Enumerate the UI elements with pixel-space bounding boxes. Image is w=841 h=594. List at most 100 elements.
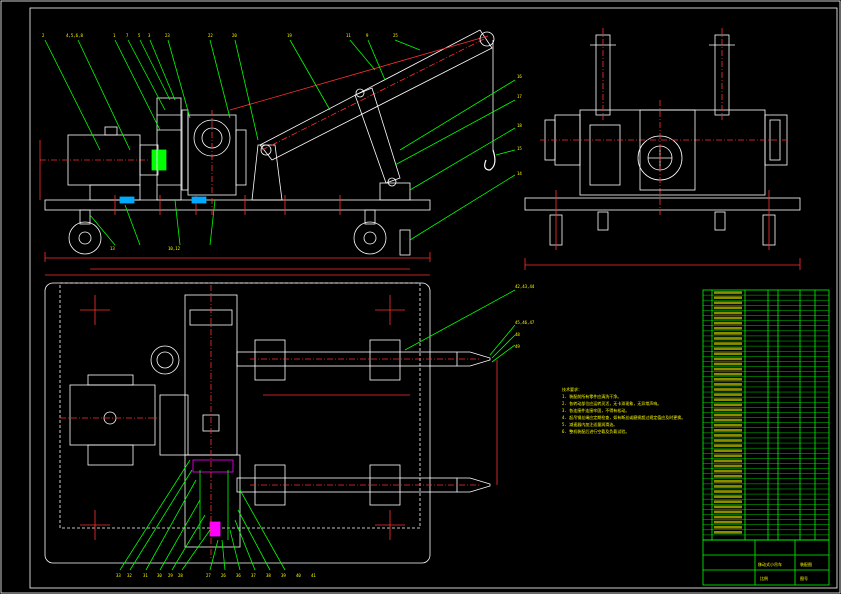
title-block-scale: 比例 xyxy=(760,575,768,581)
parts-list-entry xyxy=(714,485,742,488)
parts-list-entry xyxy=(714,464,742,468)
parts-list-entry xyxy=(714,449,742,453)
balloon: 37 xyxy=(251,573,256,578)
balloon: 4,5,6,8 xyxy=(66,33,83,38)
balloon: 18 xyxy=(517,123,522,128)
balloon: 28 xyxy=(178,573,183,578)
parts-list-entry xyxy=(714,326,742,330)
parts-list-entry xyxy=(714,342,742,345)
hoist-cable xyxy=(229,35,489,111)
parts-list-entry xyxy=(714,520,742,524)
parts-list-entry xyxy=(714,362,742,366)
balloon: 32 xyxy=(127,573,132,578)
parts-list-entry xyxy=(714,505,742,509)
balloon: 10,12 xyxy=(168,246,181,251)
parts-list-entry xyxy=(714,500,742,504)
base-frame xyxy=(44,199,431,211)
parts-list-entry xyxy=(714,337,742,340)
balloon: 23 xyxy=(165,33,170,38)
parts-list-entry xyxy=(714,439,742,442)
boom-arm xyxy=(259,29,493,161)
balloon: 38 xyxy=(266,573,271,578)
balloon: 19 xyxy=(287,33,292,38)
balloon: 45,46,47 xyxy=(515,320,535,325)
notes-line: 4. 起吊钢丝绳应定期检查，如有断丝或磨损超过规定值应及时更换。 xyxy=(562,415,686,420)
balloon: 17 xyxy=(517,94,522,99)
notes-line: 3. 各连接件连接牢固，不得有松动。 xyxy=(562,408,630,413)
side-view xyxy=(524,28,801,270)
balloon: 3 xyxy=(148,33,151,38)
parts-list-entry xyxy=(714,296,742,300)
assembly-drawing: 2 4,5,6,8 1 7 5 3 23 22 20 19 11 9 25 16… xyxy=(0,0,841,594)
side-drum xyxy=(579,109,766,196)
parts-list-entry xyxy=(714,525,742,529)
title-block-name: 移动式小吊车 xyxy=(758,561,782,567)
notes-line: 5. 减速器内加注适量润滑油。 xyxy=(562,422,618,427)
parts-list-entry xyxy=(714,347,742,351)
parts-list-entry xyxy=(714,332,742,335)
parts-list-entry xyxy=(714,474,742,478)
parts-list-entry xyxy=(714,495,742,498)
balloon: 1 xyxy=(113,33,116,38)
parts-list-entry xyxy=(714,454,742,458)
balloon: 42,43,44 xyxy=(515,284,535,289)
parts-list-entry xyxy=(714,367,742,371)
parts-list-entry xyxy=(714,444,742,447)
balloon: 27 xyxy=(206,573,211,578)
notes-line: 2. 各转动部位应运转灵活，无卡滞现象，无异常声响。 xyxy=(562,401,662,406)
caster-wheel-right xyxy=(353,221,387,255)
balloon: 49 xyxy=(515,344,520,349)
technical-notes: 技术要求： 1. 装配前所有零件应清洗干净。 2. 各转动部位应运转灵活，无卡滞… xyxy=(562,386,722,435)
balloon: 11 xyxy=(346,33,351,38)
front-view: 2 4,5,6,8 1 7 5 3 23 22 20 19 11 9 25 16… xyxy=(39,29,522,262)
balloon: 13 xyxy=(110,246,115,251)
balloon: 33 xyxy=(116,573,121,578)
balloon: 39 xyxy=(281,573,286,578)
parts-list-entry xyxy=(714,291,742,294)
parts-list-entry xyxy=(714,377,742,381)
parts-list-entry xyxy=(714,510,742,514)
notes-line: 6. 整机装配后进行空载及负载试验。 xyxy=(562,429,630,434)
side-base xyxy=(524,197,801,211)
parts-list-entry xyxy=(714,316,742,320)
parts-list-entry xyxy=(714,321,742,325)
balloon: 41 xyxy=(311,573,316,578)
balloon: 9 xyxy=(366,33,369,38)
parts-list-entry xyxy=(714,530,742,534)
balloon: 2 xyxy=(42,33,45,38)
parts-list-entry xyxy=(714,311,742,315)
balloon: 14 xyxy=(517,171,522,176)
balloon: 20 xyxy=(232,33,237,38)
hydraulic-strut xyxy=(354,87,401,184)
balloon: 36 xyxy=(236,573,241,578)
parts-list-entry xyxy=(714,357,742,361)
balloon: 40 xyxy=(296,573,301,578)
parts-list-entry xyxy=(714,306,742,310)
title-block: 移动式小吊车 装配图 比例 图号 xyxy=(702,539,830,586)
notes-heading: 技术要求： xyxy=(562,387,582,392)
balloon: 22 xyxy=(208,33,213,38)
parts-list-entry xyxy=(714,515,742,519)
parts-list-entry xyxy=(714,479,742,483)
parts-list-entry xyxy=(714,469,742,473)
plan-motor xyxy=(69,384,156,446)
hook xyxy=(484,149,496,171)
balloon: 15 xyxy=(517,146,522,151)
title-block-number: 图号 xyxy=(800,575,808,581)
balloon: 25 xyxy=(393,33,398,38)
parts-list-entry xyxy=(714,490,742,493)
balloon: 26 xyxy=(221,573,226,578)
parts-list-entry xyxy=(714,352,742,356)
parts-list-entry xyxy=(714,301,742,305)
balloon: 31 xyxy=(143,573,148,578)
balloon: 7 xyxy=(126,33,129,38)
plan-view: 42,43,44 45,46,47 48 49 33 32 31 30 29 2… xyxy=(44,268,535,578)
balloon: 5 xyxy=(138,33,141,38)
parts-list-entry xyxy=(714,459,742,463)
parts-list-entry xyxy=(714,372,742,376)
balloon: 29 xyxy=(168,573,173,578)
title-block-drawing: 装配图 xyxy=(800,561,812,567)
balloon: 48 xyxy=(515,332,520,337)
plan-base-plate xyxy=(44,282,431,564)
balloon: 16 xyxy=(517,74,522,79)
